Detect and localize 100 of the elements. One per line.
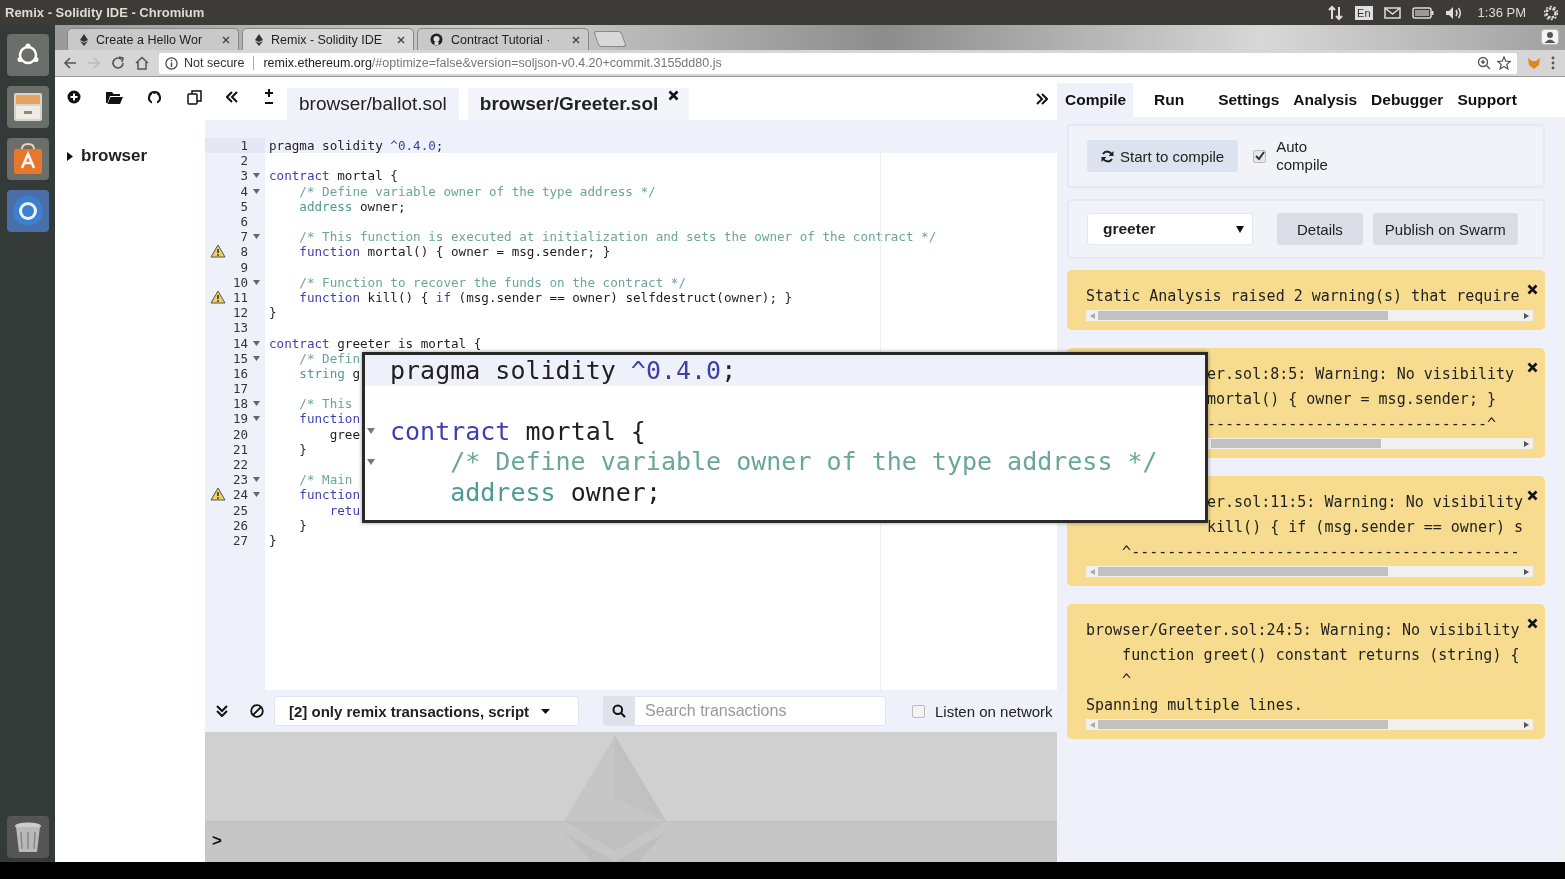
warning-icon[interactable] [210, 487, 226, 502]
compile-button[interactable]: Start to compile [1087, 140, 1239, 172]
line-number: 5 [240, 198, 248, 214]
code-line: string g [298, 365, 360, 381]
caret-icon [541, 708, 551, 714]
file-tab[interactable]: browser/ballot.sol [287, 88, 459, 120]
action-button[interactable]: Publish on Swarm [1372, 213, 1518, 245]
menu-icon[interactable] [1551, 56, 1555, 70]
scrollbar[interactable] [1086, 719, 1533, 730]
line-number: 16 [232, 365, 248, 381]
github-icon [430, 33, 443, 46]
scroll-right-icon[interactable] [1523, 721, 1529, 728]
close-icon[interactable] [1526, 362, 1538, 373]
address-field[interactable]: Not secure remix.ethereum.org/#optimize=false&version=soljson-v0.4.20+commit.3155dd80.js [159, 52, 1517, 74]
zoom-icon[interactable] [1477, 56, 1491, 70]
file-cabinet-icon[interactable] [6, 86, 49, 128]
browser-tab[interactable]: Create a Hello Wor [67, 28, 239, 50]
warning-text: -------------------------------^ [1207, 414, 1496, 433]
url-text: remix.ethereum.org/#optimize=false&version=soljson-v0.4.20+commit.3155dd80.js [263, 56, 722, 70]
line-number: 4 [240, 183, 248, 199]
panel-tab[interactable]: Compile [1057, 83, 1133, 117]
dash-icon[interactable] [6, 34, 49, 76]
close-icon[interactable] [1526, 618, 1538, 629]
keyboard-layout-indicator[interactable]: En [1355, 5, 1373, 20]
fold-arrow-icon[interactable] [253, 340, 260, 346]
reload-icon[interactable] [111, 56, 125, 70]
caret-icon[interactable] [67, 151, 73, 161]
fold-arrow-icon[interactable] [253, 416, 260, 422]
info-icon[interactable] [165, 56, 178, 70]
close-icon[interactable] [1526, 284, 1538, 295]
warning-icon[interactable] [210, 244, 226, 259]
volume-icon[interactable] [1444, 5, 1463, 20]
close-icon[interactable] [222, 35, 230, 44]
clear-icon[interactable] [250, 704, 264, 718]
fold-arrow-icon[interactable] [253, 401, 260, 407]
star-icon[interactable] [1497, 56, 1511, 70]
copy-icon[interactable] [186, 89, 202, 105]
scrollbar[interactable] [1086, 566, 1533, 577]
scrollbar[interactable] [1086, 310, 1533, 321]
action-button[interactable]: Details [1277, 213, 1363, 245]
checkbox[interactable] [912, 704, 925, 718]
panel-tab[interactable]: Support [1450, 83, 1524, 117]
back-icon[interactable] [63, 56, 77, 70]
fold-arrow-icon[interactable] [253, 355, 260, 361]
battery-icon[interactable] [1411, 6, 1434, 19]
network-arrows-icon[interactable] [1328, 4, 1345, 21]
filter-dropdown[interactable]: [2] only remix transactions, script [274, 696, 579, 726]
browser-icon[interactable] [6, 190, 49, 232]
home-icon[interactable] [135, 56, 149, 70]
add-file-icon[interactable] [67, 90, 81, 104]
plus-minus-icon[interactable] [262, 88, 275, 106]
panel-tab[interactable]: Debugger [1364, 83, 1451, 117]
fold-arrow-icon[interactable] [253, 477, 260, 483]
fold-arrow-icon[interactable] [367, 428, 375, 434]
collapse-left-icon[interactable] [226, 91, 239, 103]
line-number: 2 [240, 153, 248, 169]
gear-icon[interactable] [1543, 4, 1559, 21]
profile-icon[interactable] [1541, 29, 1559, 45]
browser-tab[interactable]: Remix - Solidity IDE [242, 28, 414, 50]
expand-right-icon[interactable] [1036, 92, 1048, 105]
panel-tab[interactable]: Run [1147, 83, 1192, 117]
panel-tab[interactable]: Analysis [1286, 83, 1365, 117]
search-field[interactable]: Search transactions [634, 696, 886, 726]
trash-icon[interactable] [6, 816, 49, 858]
contract-dropdown[interactable]: greeter [1087, 213, 1253, 245]
fold-arrow-icon[interactable] [253, 492, 260, 498]
code-line: address owner; [298, 198, 406, 214]
browser-tab[interactable]: Contract Tutorial · [417, 28, 589, 50]
code-line: } [269, 532, 277, 548]
panel-tab[interactable]: Settings [1211, 83, 1287, 117]
scroll-right-icon[interactable] [1523, 312, 1529, 319]
close-icon[interactable] [1526, 490, 1538, 501]
close-icon[interactable] [397, 35, 405, 44]
clock[interactable]: 1:36 PM [1477, 5, 1526, 20]
code-line: address owner; [449, 477, 661, 507]
warning-icon[interactable] [210, 289, 226, 304]
scroll-right-icon[interactable] [1523, 440, 1529, 447]
close-icon[interactable] [572, 35, 580, 44]
code-line: /* This function is executed at initialization and sets the owner of the contract */ [298, 229, 937, 245]
shopping-bag-icon[interactable] [6, 138, 49, 180]
folder-item[interactable]: browser [67, 146, 205, 166]
checkbox[interactable] [1253, 149, 1267, 163]
collapse-down-icon[interactable] [216, 705, 228, 717]
file-tab[interactable]: browser/Greeter.sol [467, 88, 690, 120]
close-icon[interactable] [668, 90, 680, 101]
fold-arrow-icon[interactable] [253, 279, 260, 285]
warning-text: mortal() { owner = msg.sender; } [1207, 389, 1496, 408]
scrollbar[interactable] [1207, 438, 1533, 449]
scrollbar[interactable] [1560, 117, 1565, 862]
folder-icon[interactable] [105, 90, 123, 104]
warning-text: ^------------------------------------------- [1121, 542, 1520, 561]
mail-icon[interactable] [1383, 6, 1401, 19]
scroll-right-icon[interactable] [1523, 568, 1529, 575]
fold-arrow-icon[interactable] [253, 173, 260, 179]
github-icon[interactable] [147, 89, 163, 105]
fold-arrow-icon[interactable] [253, 234, 260, 240]
fold-arrow-icon[interactable] [367, 458, 375, 465]
code-line: /* Main [298, 472, 353, 488]
search-icon[interactable] [603, 696, 634, 726]
fold-arrow-icon[interactable] [253, 188, 260, 194]
